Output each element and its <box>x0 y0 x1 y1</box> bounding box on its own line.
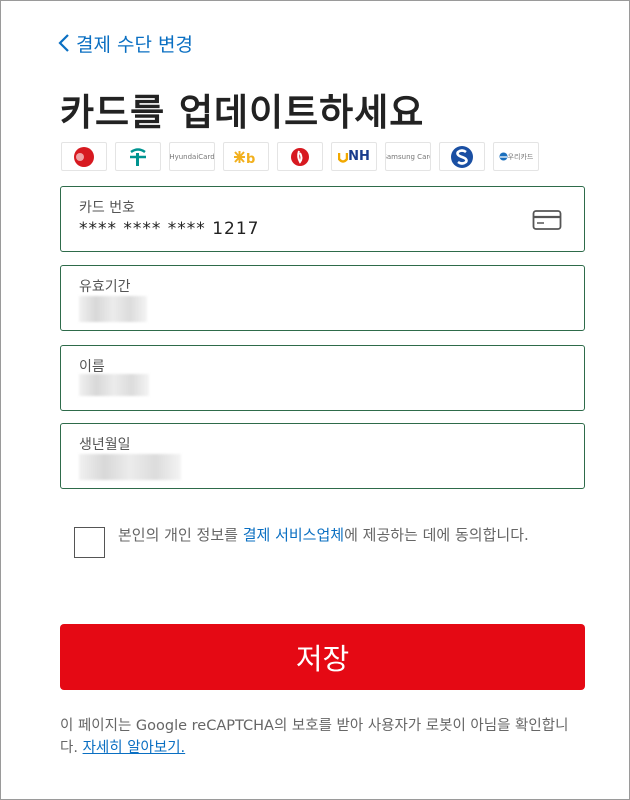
card-number-label: 카드 번호 <box>79 200 135 216</box>
consent-text-before: 본인의 개인 정보를 <box>118 526 243 544</box>
back-link[interactable]: 결제 수단 변경 <box>58 30 193 56</box>
credit-card-icon <box>532 210 562 230</box>
shinhan-card-logo <box>439 142 485 171</box>
svg-text:b: b <box>246 152 255 167</box>
bc-card-logo <box>61 142 107 171</box>
birthdate-label: 생년월일 <box>79 437 131 453</box>
page-title: 카드를 업데이트하세요 <box>60 91 425 134</box>
name-label: 이름 <box>79 359 105 375</box>
birthdate-field[interactable]: 생년월일 <box>60 423 585 489</box>
expiry-label: 유효기간 <box>79 279 131 295</box>
name-redacted-value <box>79 374 149 396</box>
card-number-field[interactable]: 카드 번호 **** **** **** 1217 <box>60 186 585 252</box>
kb-card-logo: b <box>223 142 269 171</box>
woori-card-text: 우리카드 <box>507 152 534 161</box>
birthdate-redacted-value <box>79 454 181 480</box>
payment-provider-link[interactable]: 결제 서비스업체 <box>243 526 344 544</box>
consent-text: 본인의 개인 정보를 결제 서비스업체에 제공하는 데에 동의합니다. <box>118 524 529 545</box>
chevron-left-icon <box>58 34 69 52</box>
name-field[interactable]: 이름 <box>60 345 585 411</box>
expiry-field[interactable]: 유효기간 <box>60 265 585 331</box>
hana-card-logo <box>115 142 161 171</box>
card-number-input[interactable]: **** **** **** 1217 <box>79 219 259 239</box>
card-logos: HyundaiCard b NH Samsung Card 우리카드 <box>61 142 539 171</box>
nh-card-text: NH <box>348 149 370 164</box>
hyundai-card-text: HyundaiCard <box>169 152 215 161</box>
recaptcha-notice: 이 페이지는 Google reCAPTCHA의 보호를 받아 사용자가 로봇이… <box>60 715 585 759</box>
save-button[interactable]: 저장 <box>60 624 585 690</box>
consent-text-after: 에 제공하는 데에 동의합니다. <box>344 526 529 544</box>
samsung-card-logo: Samsung Card <box>385 142 431 171</box>
lotte-card-logo <box>277 142 323 171</box>
expiry-redacted-value <box>79 296 147 322</box>
back-link-label: 결제 수단 변경 <box>76 33 193 56</box>
consent-checkbox[interactable] <box>74 527 105 558</box>
learn-more-link[interactable]: 자세히 알아보기. <box>83 740 186 756</box>
nh-card-logo: NH <box>331 142 377 171</box>
hyundai-card-logo: HyundaiCard <box>169 142 215 171</box>
woori-card-logo: 우리카드 <box>493 142 539 171</box>
samsung-card-text: Samsung Card <box>385 152 430 161</box>
